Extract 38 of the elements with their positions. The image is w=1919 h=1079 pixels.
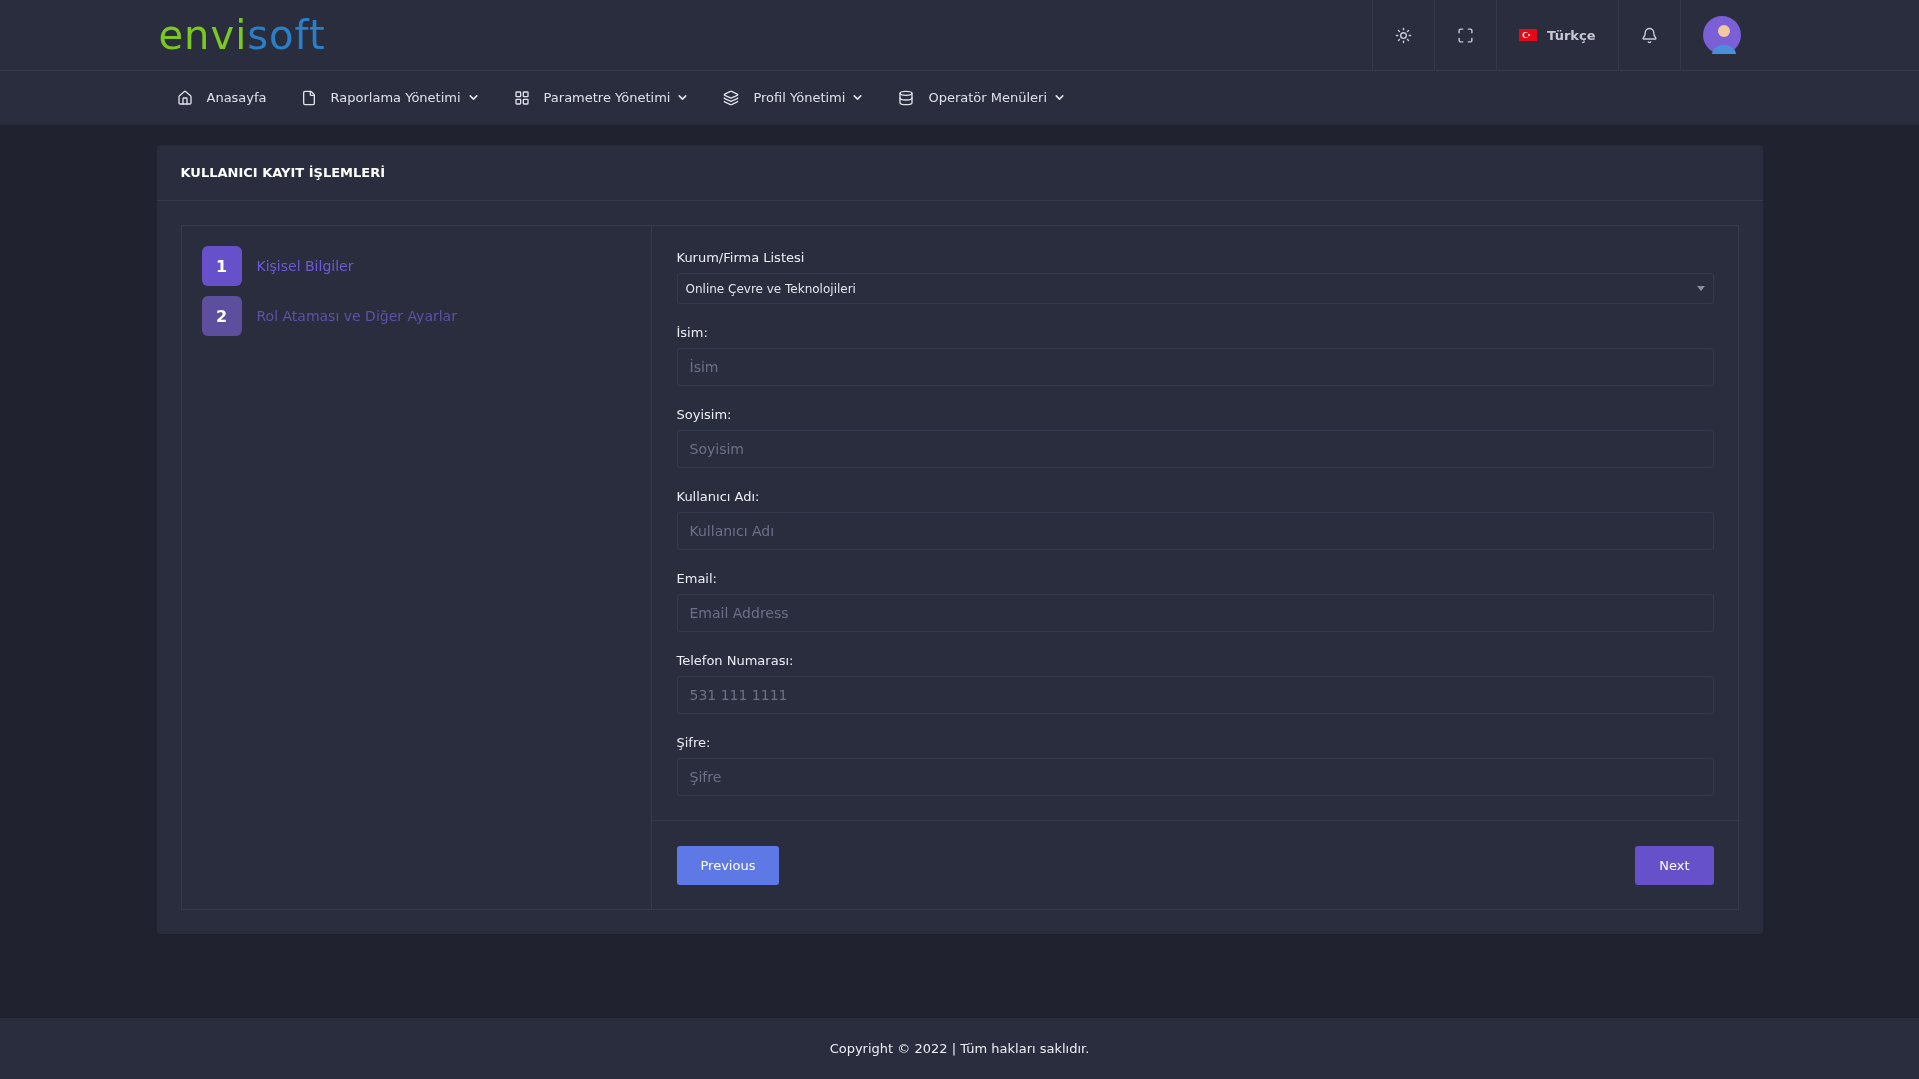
nav-item[interactable]: Anasayfa — [156, 71, 281, 124]
layers-icon — [723, 89, 740, 106]
avatar-icon — [1702, 16, 1741, 54]
input-field[interactable]: İsim — [676, 348, 1714, 386]
input-field[interactable]: Email Address — [676, 594, 1714, 632]
nav-item[interactable]: Parametre Yönetimi — [493, 71, 704, 124]
previous-button[interactable]: Previous — [676, 846, 780, 885]
field-label: Şifre: — [676, 735, 712, 750]
database-icon — [898, 89, 915, 106]
input-field[interactable]: Kullanıcı Adı — [676, 512, 1714, 550]
caret-icon — [1696, 286, 1705, 291]
home-icon — [176, 89, 193, 106]
field-label: Kurum/Firma Listesi — [676, 250, 806, 265]
next-button[interactable]: Next — [1635, 846, 1714, 885]
logo: envisoft — [158, 15, 326, 55]
field-label: Email: — [676, 571, 718, 586]
input-field[interactable]: 531 111 1111 — [676, 676, 1714, 714]
language-button[interactable]: Türkçe — [1496, 0, 1618, 71]
field-label: İsim: — [676, 325, 709, 340]
input-field[interactable]: Soyisim — [676, 430, 1714, 468]
flag-icon — [1519, 29, 1538, 41]
document-icon — [300, 89, 317, 106]
step-number[interactable]: 2 — [201, 296, 242, 336]
grid-icon — [513, 89, 530, 106]
field-label: Telefon Numarası: — [676, 653, 795, 668]
select-field[interactable]: Online Çevre ve Teknolojileri — [676, 273, 1714, 304]
nav-item[interactable]: Operatör Menüleri — [878, 71, 1080, 124]
nav-item[interactable]: Profil Yönetimi — [703, 71, 879, 124]
input-field[interactable]: Şifre — [676, 758, 1714, 796]
copyright-text: Copyright © 2022 | Tüm hakları saklıdır. — [829, 1041, 1090, 1056]
sun-icon — [1395, 26, 1413, 44]
field-label: Soyisim: — [676, 407, 733, 422]
bell-icon — [1640, 26, 1658, 44]
card-title: KULLANICI KAYIT İŞLEMLERİ — [180, 165, 385, 180]
step-number[interactable]: 1 — [201, 246, 242, 286]
fullscreen-icon — [1457, 26, 1475, 44]
field-label: Kullanıcı Adı: — [676, 489, 761, 504]
nav-item[interactable]: Raporlama Yönetimi — [280, 71, 494, 124]
